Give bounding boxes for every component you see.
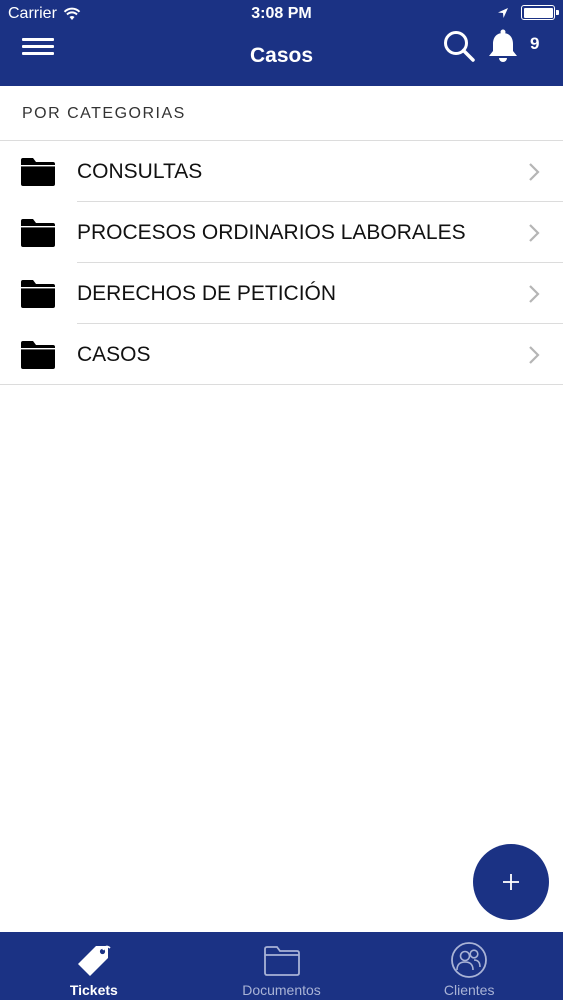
tab-clientes[interactable]: Clientes [375, 932, 563, 1000]
list-item-consultas[interactable]: CONSULTAS [0, 141, 563, 202]
bell-icon[interactable] [486, 28, 520, 64]
plus-icon [503, 874, 519, 890]
add-button[interactable] [473, 844, 549, 920]
folder-icon [21, 341, 55, 369]
folder-icon [21, 280, 55, 308]
folder-icon [21, 158, 55, 186]
tag-icon [77, 945, 111, 976]
search-icon[interactable] [441, 28, 477, 64]
chevron-right-icon [529, 163, 540, 181]
location-arrow-icon [498, 7, 508, 18]
list-item-procesos-ordinarios-laborales[interactable]: PROCESOS ORDINARIOS LABORALES [0, 202, 563, 263]
chevron-right-icon [529, 224, 540, 242]
tab-tickets[interactable]: Tickets [0, 932, 188, 1000]
folder-icon [263, 946, 300, 976]
tab-label: Tickets [69, 982, 118, 998]
battery-icon [521, 5, 559, 20]
users-icon [451, 942, 488, 978]
status-right [497, 5, 559, 20]
page-title: Casos [249, 44, 314, 67]
list-item-casos[interactable]: CASOS [0, 324, 563, 385]
tab-documentos[interactable]: Documentos [188, 932, 376, 1000]
list-item-derechos-de-peticion[interactable]: DERECHOS DE PETICIÓN [0, 263, 563, 324]
status-time: 3:08 PM [251, 5, 312, 22]
folder-icon [21, 219, 55, 247]
chevron-right-icon [529, 285, 540, 303]
section-title: POR CATEGORIAS [22, 105, 186, 122]
tab-label: Clientes [443, 982, 495, 998]
section-header: POR CATEGORIAS [0, 86, 563, 141]
tab-bar: Tickets Documentos Clientes [0, 932, 563, 1000]
chevron-right-icon [529, 346, 540, 364]
notification-count[interactable]: 9 [530, 34, 539, 54]
list-item-label: CONSULTAS [77, 160, 203, 183]
list-item-label: CASOS [77, 343, 151, 366]
list-item-label: DERECHOS DE PETICIÓN [77, 282, 337, 305]
status-bar: Carrier 3:08 PM [0, 0, 563, 28]
nav-bar: Casos 9 [0, 28, 563, 86]
category-list: CONSULTAS PROCESOS ORDINARIOS LABORALES … [0, 141, 563, 385]
tab-label: Documentos [242, 982, 321, 998]
list-item-label: PROCESOS ORDINARIOS LABORALES [77, 221, 466, 244]
